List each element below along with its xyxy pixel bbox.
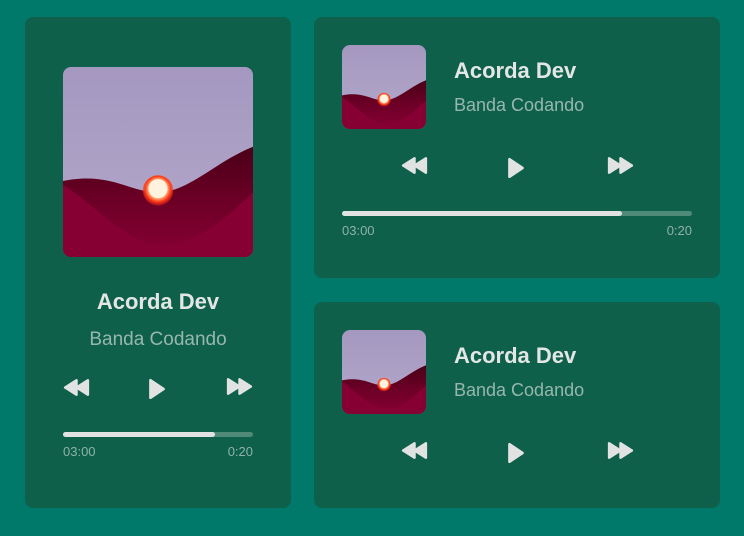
- track-artist: Banda Codando: [89, 329, 227, 350]
- track-title: Acorda Dev: [454, 343, 577, 368]
- player-card-compact: Acorda Dev Banda Codando: [314, 302, 720, 508]
- track-title: Acorda Dev: [96, 289, 220, 314]
- rewind-button[interactable]: [400, 441, 429, 460]
- progress-bar[interactable]: [63, 432, 253, 437]
- fast-forward-icon: [606, 156, 635, 175]
- track-title: Acorda Dev: [454, 58, 577, 83]
- album-art: [63, 67, 253, 257]
- play-button[interactable]: [506, 441, 526, 465]
- rewind-button[interactable]: [400, 156, 429, 175]
- time-total: 0:20: [227, 444, 253, 459]
- rewind-icon: [400, 156, 429, 175]
- fast-forward-button[interactable]: [606, 441, 635, 460]
- fast-forward-icon: [606, 441, 635, 460]
- album-art: [342, 45, 426, 129]
- album-art: [342, 330, 426, 414]
- play-icon: [506, 441, 526, 465]
- track-artist: Banda Codando: [454, 95, 585, 115]
- time-total: 0:20: [666, 223, 692, 238]
- play-button[interactable]: [506, 156, 526, 180]
- rewind-icon: [400, 441, 429, 460]
- fast-forward-icon: [225, 377, 254, 396]
- play-icon: [506, 156, 526, 180]
- track-artist: Banda Codando: [454, 380, 585, 400]
- rewind-icon: [62, 378, 91, 397]
- rewind-button[interactable]: [62, 378, 91, 397]
- player-card-large: Acorda Dev Banda Codando 03:00 0:20: [25, 17, 291, 508]
- fast-forward-button[interactable]: [225, 377, 254, 396]
- time-elapsed: 03:00: [342, 223, 375, 238]
- player-card-with-progress: Acorda Dev Banda Codando 03:00 0:20: [314, 17, 720, 278]
- play-icon: [147, 377, 167, 401]
- progress-fill: [63, 432, 215, 437]
- progress-fill: [342, 211, 622, 216]
- progress-bar[interactable]: [342, 211, 692, 216]
- time-elapsed: 03:00: [63, 444, 96, 459]
- play-button[interactable]: [147, 377, 167, 401]
- fast-forward-button[interactable]: [606, 156, 635, 175]
